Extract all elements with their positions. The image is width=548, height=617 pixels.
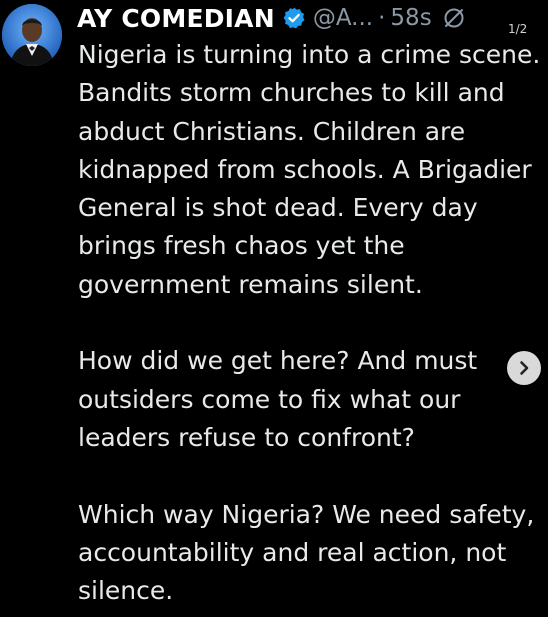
handle[interactable]: @A... [313,5,373,31]
tweet-header: AY COMEDIAN @A... · 58s [77,0,466,36]
chevron-right-icon [520,361,529,375]
tweet-paragraph: Nigeria is turning into a crime scene. B… [78,40,541,299]
tweet-paragraph: How did we get here? And must outsiders … [78,346,478,452]
timestamp[interactable]: 58s [390,5,431,31]
verified-badge-icon [282,6,306,30]
avatar[interactable] [2,4,62,66]
display-name[interactable]: AY COMEDIAN [77,4,275,33]
tweet-text: Nigeria is turning into a crime scene. B… [78,36,546,610]
next-button[interactable] [507,351,541,385]
page-counter: 1/2 [508,22,528,36]
muted-icon [442,6,466,30]
avatar-image [2,4,62,66]
tweet-paragraph: Which way Nigeria? We need safety, accou… [78,499,535,606]
separator-dot: · [378,5,386,31]
